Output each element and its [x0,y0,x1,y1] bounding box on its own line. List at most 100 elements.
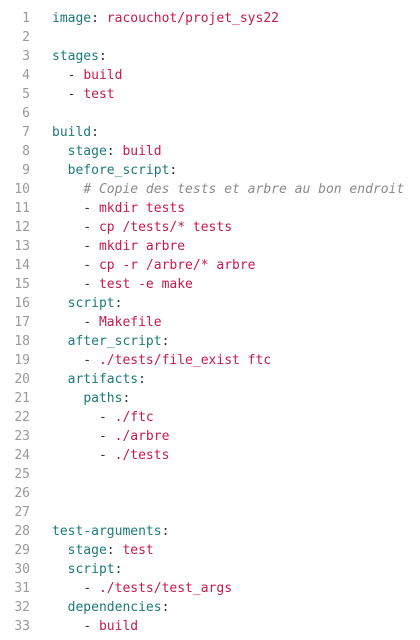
yaml-punctuation: : [161,600,170,615]
code-line[interactable]: 2 [0,28,420,47]
yaml-punctuation: - [52,429,115,444]
code-line[interactable]: 5 - test [0,85,420,104]
yaml-value: build [122,144,162,159]
code-line[interactable]: 32 dependencies: [0,598,420,617]
code-line[interactable]: 33 - build [0,617,420,636]
code-line[interactable]: 10 # Copie des tests et arbre au bon end… [0,180,420,199]
code-line[interactable]: 16 script: [0,294,420,313]
code-line[interactable]: 31 - ./tests/test_args [0,579,420,598]
code-line[interactable]: 1 image: racouchot/projet_sys22 [0,9,420,28]
code-line[interactable]: 25 [0,465,420,484]
code-line[interactable]: 12 - cp /tests/* tests [0,218,420,237]
line-number: 19 [14,353,30,368]
code-line[interactable]: 18 after_script: [0,332,420,351]
line-number: 28 [14,524,30,539]
line-content: - mkdir tests [52,199,185,218]
yaml-punctuation: : [161,524,170,539]
code-line[interactable]: 29 stage: test [0,541,420,560]
code-editor[interactable]: 1 image: racouchot/projet_sys22 2 3 stages: 4… [0,0,420,640]
line-content: stage: test [52,541,154,560]
line-number: 26 [14,486,30,501]
line-content: script: [52,560,123,579]
line-content: after_script: [52,332,170,351]
line-number: 8 [22,144,30,159]
yaml-value: ./tests/file_exist ftc [98,353,272,368]
line-number: 27 [14,505,30,520]
yaml-punctuation [52,391,83,406]
line-content: - Makefile [52,313,161,332]
yaml-key: script [67,296,115,311]
code-line[interactable]: 9 before_script: [0,161,420,180]
yaml-punctuation: : [138,372,146,387]
yaml-punctuation: : [106,543,123,558]
line-number: 12 [14,220,30,235]
line-number: 3 [22,49,30,64]
yaml-value: mkdir tests [98,201,186,216]
line-number: 6 [22,106,30,121]
code-line[interactable]: 27 [0,503,420,522]
code-line[interactable]: 6 [0,104,420,123]
code-line[interactable]: 26 [0,484,420,503]
code-line[interactable]: 23 - ./arbre [0,427,420,446]
line-number: 18 [14,334,30,349]
code-line[interactable]: 7 build: [0,123,420,142]
yaml-punctuation: - [52,201,99,216]
line-content: - test -e make [52,275,193,294]
code-line[interactable]: 19 - ./tests/file_exist ftc [0,351,420,370]
yaml-punctuation: : [114,562,123,577]
line-number: 20 [14,372,30,387]
yaml-value: test -e make [98,277,193,292]
yaml-punctuation: : [91,11,107,26]
code-line[interactable]: 22 - ./ftc [0,408,420,427]
code-line[interactable]: 21 paths: [0,389,420,408]
line-number: 17 [14,315,30,330]
code-line[interactable]: 4 - build [0,66,420,85]
yaml-punctuation: - [52,315,99,330]
yaml-punctuation: - [52,277,99,292]
line-number: 15 [14,277,30,292]
code-line[interactable]: 20 artifacts: [0,370,420,389]
line-content: stages: [52,47,107,66]
line-content: - ./tests/test_args [52,579,232,598]
line-content: - build [52,617,138,636]
yaml-value: mkdir arbre [98,239,186,254]
yaml-key: paths [83,391,123,406]
line-number: 4 [22,68,30,83]
yaml-punctuation [52,372,68,387]
line-number: 5 [22,87,30,102]
code-line[interactable]: 8 stage: build [0,142,420,161]
line-number: 7 [22,125,30,140]
yaml-punctuation: - [52,68,84,83]
code-line[interactable]: 14 - cp -r /arbre/* arbre [0,256,420,275]
yaml-key: dependencies [67,600,162,615]
line-number: 11 [14,201,30,216]
yaml-value: cp /tests/* tests [98,220,233,235]
line-content: - ./arbre [52,427,169,446]
line-content: artifacts: [52,370,146,389]
code-line[interactable]: 11 - mkdir tests [0,199,420,218]
code-line[interactable]: 17 - Makefile [0,313,420,332]
line-content: stage: build [52,142,162,161]
yaml-value: test [122,543,154,558]
line-number: 29 [14,543,30,558]
line-number: 24 [14,448,30,463]
yaml-punctuation [52,543,68,558]
yaml-punctuation: : [169,163,178,178]
line-content: - cp /tests/* tests [52,218,232,237]
line-content: - mkdir arbre [52,237,185,256]
code-line[interactable]: 24 - ./tests [0,446,420,465]
yaml-punctuation: : [91,125,99,140]
line-content: build: [52,123,99,142]
line-number: 13 [14,239,30,254]
yaml-value: ./arbre [114,429,170,444]
yaml-punctuation [52,562,68,577]
code-line[interactable]: 30 script: [0,560,420,579]
code-line[interactable]: 15 - test -e make [0,275,420,294]
yaml-key: script [67,562,115,577]
yaml-punctuation: : [98,49,107,64]
yaml-value: cp -r /arbre/* arbre [98,258,256,273]
code-line[interactable]: 13 - mkdir arbre [0,237,420,256]
code-line[interactable]: 3 stages: [0,47,420,66]
yaml-punctuation: - [52,258,99,273]
code-line[interactable]: 28 test-arguments: [0,522,420,541]
